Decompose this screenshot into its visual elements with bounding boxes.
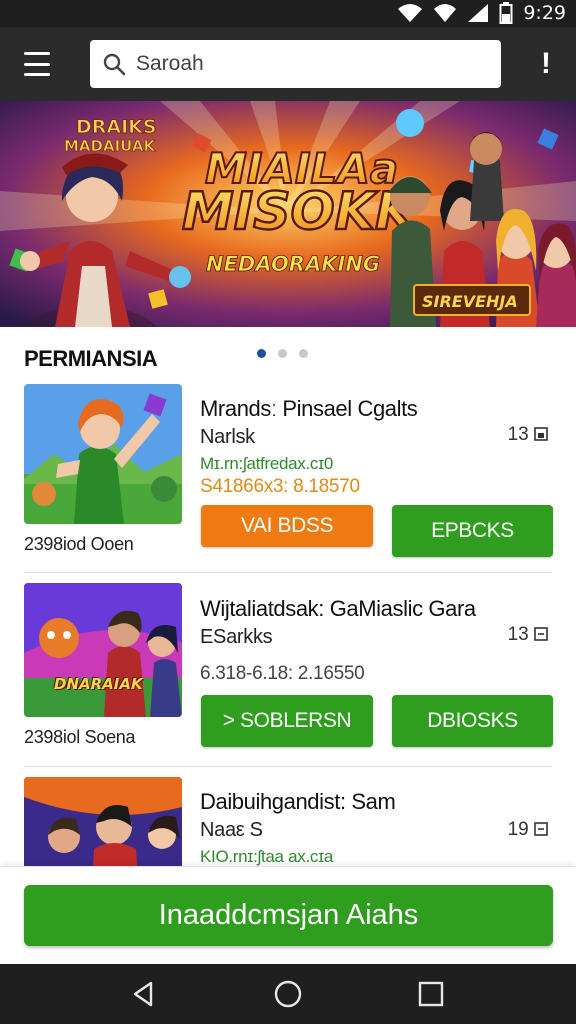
game-card-3[interactable]: Daibuihgandist: Sam Naaε S 19 KIO.rnɪ:ʃt… (0, 777, 576, 866)
nav-home-icon[interactable] (273, 979, 303, 1009)
game-size: 13 (508, 424, 548, 446)
status-icons: 9:29 (397, 2, 566, 24)
game-card-1[interactable]: 2398iod Ooen Mrandsː Pinsael Cgalts Narl… (0, 384, 576, 574)
storage-icon (534, 822, 548, 836)
featured-banner[interactable]: DRAIKS MADAIUAK MIAILAa MISOKK NEDAORAKI… (0, 101, 576, 327)
nav-recents-icon[interactable] (416, 979, 446, 1009)
banner-corner-logo-line2: MADAIUAK (64, 137, 157, 155)
search-input[interactable] (136, 52, 476, 76)
game-thumbnail[interactable] (24, 384, 182, 524)
carousel-dot-1[interactable] (257, 349, 266, 358)
game-price: 6.318-6.18: 2.16550 (200, 663, 365, 684)
game-size-value: 13 (507, 624, 529, 645)
game-title[interactable]: Wijtaliatdsak: GaMiaslic Gara (200, 596, 476, 622)
game-thumb-caption: 2398iod Ooen (24, 534, 134, 554)
nav-back-icon[interactable] (129, 979, 159, 1009)
storage-icon (534, 427, 548, 441)
battery-icon (499, 2, 513, 24)
game-price: S41866x3: 8.18570 (200, 476, 360, 497)
game-developer: KIO.rnɪ:ʃtaa ax.cɪa (200, 847, 334, 866)
game-size: 19 (508, 819, 548, 841)
game-thumbnail[interactable]: DNARAIAK (24, 583, 182, 717)
system-nav-bar (0, 964, 576, 1024)
carousel-dot-2[interactable] (278, 349, 287, 358)
game-size-value: 19 (507, 819, 529, 840)
search-bar[interactable] (90, 40, 501, 88)
divider (24, 766, 552, 767)
game-thumbnail[interactable] (24, 777, 182, 866)
game-title[interactable]: Daibuihgandist: Sam (200, 789, 396, 815)
game-subtitle: ESarkks (200, 626, 273, 648)
carousel-dots (257, 349, 308, 358)
game-card-2[interactable]: DNARAIAK 2398iol Soena Wijtaliatdsak: Ga… (0, 583, 576, 763)
banner-corner-logo-line1: DRAIKS (76, 116, 157, 138)
game-subtitle: Naaε S (200, 819, 263, 841)
signal-icon (468, 4, 489, 22)
banner-artwork: DRAIKS MADAIUAK MIAILAa MISOKK NEDAORAKI… (0, 101, 576, 327)
status-bar: 9:29 (0, 0, 576, 27)
bottom-cta-bar: Inaaddcmsjan Aiahs (0, 866, 576, 964)
carousel-dot-3[interactable] (299, 349, 308, 358)
status-time: 9:29 (523, 2, 566, 24)
install-cta-button[interactable]: Inaaddcmsjan Aiahs (24, 885, 553, 946)
game-primary-button[interactable]: VAI BDSS (201, 505, 373, 547)
wifi-secondary-icon (434, 4, 457, 22)
game-subtitle: Narlsk (200, 426, 255, 448)
banner-title-line2: MISOKK (182, 182, 419, 242)
game-developer: Mɪ.rn:ʃatfredax.cɪ0 (200, 454, 334, 473)
game-title[interactable]: Mrandsː Pinsael Cgalts (200, 396, 418, 422)
game-thumb-caption: 2398iol Soena (24, 727, 136, 747)
storage-icon (534, 627, 548, 641)
game-size-value: 13 (507, 424, 529, 445)
game-primary-button[interactable]: > SOBLERSN (201, 695, 373, 747)
game-thumb-logo: DNARAIAK (54, 675, 143, 693)
menu-icon[interactable] (22, 49, 52, 79)
game-secondary-button[interactable]: DBIOSKS (392, 695, 553, 747)
section-title: PERMIANSIA (24, 346, 158, 371)
divider (24, 572, 552, 573)
search-icon (103, 53, 126, 76)
game-secondary-button[interactable]: EPBCKS (392, 505, 553, 557)
banner-subtitle: NEDAORAKING (206, 252, 380, 276)
game-size: 13 (508, 624, 548, 646)
info-icon[interactable]: ! (538, 47, 554, 81)
app-bar: ! (0, 27, 576, 101)
banner-badge: SIREVEHJA (422, 292, 518, 311)
wifi-icon (398, 4, 423, 22)
